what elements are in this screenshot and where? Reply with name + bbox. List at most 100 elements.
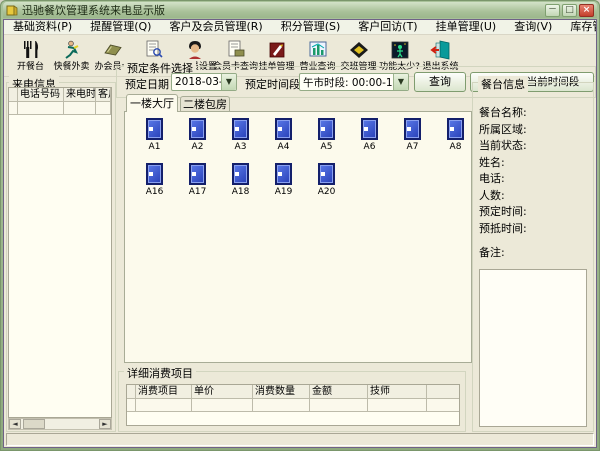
booking-time-select[interactable]: 午市时段: 00:00-15:59 ▼ (299, 73, 409, 91)
seat-A8[interactable]: A8 (434, 116, 477, 161)
remark-textarea[interactable] (479, 269, 587, 427)
scroll-right-icon[interactable]: ► (99, 419, 111, 429)
field-remark: 备注: (479, 245, 589, 262)
app-window: 迅驰餐饮管理系统来电显示版 － □ × 基础资料(P) 提醒管理(Q) 客户及会… (0, 0, 600, 451)
seat-A18[interactable]: A18 (219, 161, 262, 206)
seat-A3[interactable]: A3 (219, 116, 262, 161)
menu-query[interactable]: 查询(V) (505, 20, 561, 34)
delivery-runner-icon (60, 38, 84, 62)
caller-table[interactable]: 电话号码 来电时间 客户名称 (8, 87, 112, 418)
pending-order-icon (265, 38, 289, 62)
waiter-settings-icon (183, 38, 207, 62)
col-customer-name: 客户名称 (96, 88, 111, 102)
table-door-icon (232, 118, 249, 140)
booking-date-select[interactable]: 2018-03-23 ▼ (171, 73, 237, 91)
field-people-count: 人数: (479, 188, 589, 205)
seat-A6[interactable]: A6 (348, 116, 391, 161)
maximize-button[interactable]: □ (562, 4, 577, 17)
col-technician: 技师 (368, 385, 427, 399)
member-query-icon (142, 38, 166, 62)
consumption-table-empty-row (127, 399, 459, 412)
col-call-time: 来电时间 (64, 88, 96, 102)
caller-table-header: 电话号码 来电时间 客户名称 (9, 88, 111, 102)
seat-A20[interactable]: A20 (305, 161, 348, 206)
table-door-icon (318, 118, 335, 140)
booking-time-label: 预定时间段 (245, 76, 300, 92)
seat-map-panel: A1 A2 A3 A4 A5 A6 A7 (124, 111, 472, 363)
seat-A4[interactable]: A4 (262, 116, 305, 161)
table-door-icon (275, 118, 292, 140)
field-booking-time: 预定时间: (479, 204, 589, 221)
seat-A1[interactable]: A1 (133, 116, 176, 161)
col-quantity: 消费数量 (253, 385, 310, 399)
col-unit-price: 单价 (192, 385, 253, 399)
row-selector-header (9, 88, 18, 102)
table-door-icon (146, 118, 163, 140)
menu-customer-member[interactable]: 客户及会员管理(R) (160, 20, 271, 34)
menu-inventory[interactable]: 库存管理(W) (561, 20, 597, 34)
field-phone: 电话: (479, 171, 589, 188)
field-table-name: 餐台名称: (479, 105, 589, 122)
consumption-table-header: 消费项目 单价 消费数量 金额 技师 (127, 385, 459, 399)
table-door-icon (189, 163, 206, 185)
seat-A2[interactable]: A2 (176, 116, 219, 161)
menu-reminder[interactable]: 提醒管理(Q) (81, 20, 160, 34)
table-door-icon (447, 118, 464, 140)
exit-door-icon (429, 38, 453, 62)
scroll-left-icon[interactable]: ◄ (9, 419, 21, 429)
seat-A5[interactable]: A5 (305, 116, 348, 161)
table-door-icon (232, 163, 249, 185)
tab-floor2-rooms[interactable]: 二楼包房 (180, 96, 230, 112)
member-card-icon (101, 38, 125, 62)
booking-date-label: 预定日期 (125, 76, 169, 92)
window-title: 迅驰餐饮管理系统来电显示版 (22, 2, 165, 18)
menu-basic-data[interactable]: 基础资料(P) (4, 20, 81, 34)
seat-A16[interactable]: A16 (133, 161, 176, 206)
field-name: 姓名: (479, 155, 589, 172)
statusbar (6, 433, 594, 446)
more-features-icon (388, 38, 412, 62)
app-icon (6, 4, 18, 16)
table-info-title: 餐台信息 (478, 76, 528, 92)
menu-pending-order[interactable]: 挂单管理(U) (427, 20, 506, 34)
open-table-button[interactable]: 开餐台 (10, 36, 51, 76)
caller-table-empty-row (9, 102, 111, 115)
menu-callback[interactable]: 客户回访(T) (349, 20, 426, 34)
seat-grid: A1 A2 A3 A4 A5 A6 A7 (133, 116, 477, 206)
titlebar: 迅驰餐饮管理系统来电显示版 － □ × (3, 2, 597, 18)
close-button[interactable]: × (579, 4, 594, 17)
table-door-icon (275, 163, 292, 185)
menubar: 基础资料(P) 提醒管理(Q) 客户及会员管理(R) 积分管理(S) 客户回访(… (4, 20, 596, 35)
seat-A19[interactable]: A19 (262, 161, 305, 206)
consumption-table[interactable]: 消费项目 单价 消费数量 金额 技师 (126, 384, 460, 426)
field-status: 当前状态: (479, 138, 589, 155)
col-item: 消费项目 (136, 385, 192, 399)
caller-table-hscrollbar[interactable]: ◄ ► (8, 418, 112, 430)
table-info-panel: 餐台名称: 所属区域: 当前状态: 姓名: 电话: 人数: 预定时间: 预抵时间… (472, 82, 594, 432)
field-area: 所属区域: (479, 122, 589, 139)
business-chart-icon (306, 38, 330, 62)
booking-date-value: 2018-03-23 (172, 76, 221, 88)
table-door-icon (404, 118, 421, 140)
seat-A17[interactable]: A17 (176, 161, 219, 206)
row-selector-header (127, 385, 136, 399)
field-arrival-time: 预抵时间: (479, 221, 589, 238)
client-area: 基础资料(P) 提醒管理(Q) 客户及会员管理(R) 积分管理(S) 客户回访(… (3, 19, 597, 448)
table-door-icon (361, 118, 378, 140)
fast-food-delivery-button[interactable]: 快餐外卖 (51, 36, 92, 76)
tab-floor1-hall[interactable]: 一楼大厅 (126, 94, 178, 112)
seat-A7[interactable]: A7 (391, 116, 434, 161)
query-button[interactable]: 查询 (414, 72, 466, 92)
col-amount: 金额 (310, 385, 368, 399)
scroll-thumb[interactable] (23, 419, 45, 429)
table-door-icon (318, 163, 335, 185)
chevron-down-icon[interactable]: ▼ (221, 74, 236, 90)
chevron-down-icon[interactable]: ▼ (393, 74, 408, 90)
consumption-panel-title: 详细消费项目 (124, 365, 196, 381)
minimize-button[interactable]: － (545, 4, 560, 17)
card-query-icon (224, 38, 248, 62)
table-door-icon (146, 163, 163, 185)
menu-points[interactable]: 积分管理(S) (272, 20, 350, 34)
booking-time-value: 午市时段: 00:00-15:59 (300, 75, 393, 90)
col-phone-number: 电话号码 (18, 88, 64, 102)
